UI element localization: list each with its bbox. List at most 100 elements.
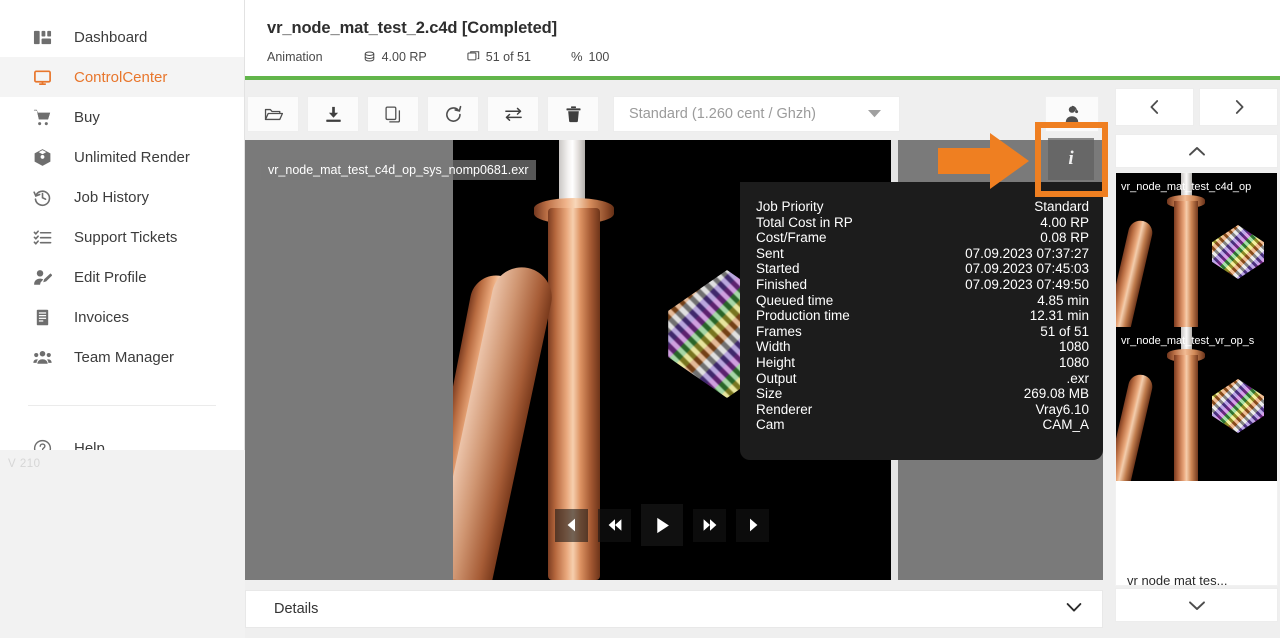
main-content: vr_node_mat_test_2.c4d [Completed] Anima… (245, 0, 1280, 638)
info-row: Started 07.09.2023 07:45:03 (756, 261, 1089, 277)
sidebar-item-label: Support Tickets (74, 228, 178, 246)
sidebar-item-unlimited-render[interactable]: Unlimited Render (0, 137, 244, 177)
sidebar-item-buy[interactable]: Buy (0, 97, 244, 137)
thumbnail-caption: vr node mat tes... (1118, 565, 1277, 585)
sidebar-item-support-tickets[interactable]: Support Tickets (0, 217, 244, 257)
thumbnail-label: vr_node_mat_test_vr_op_s (1121, 335, 1255, 347)
job-info-rows: Job Priority Standard Total Cost in RP 4.0… (756, 199, 1089, 433)
sidebar-item-label: Buy (74, 108, 100, 126)
frames-panel: vr_node_mat_test_c4d_op vr_node_mat_test… (1113, 88, 1280, 638)
delete-button[interactable] (547, 96, 599, 132)
download-button[interactable] (307, 96, 359, 132)
sidebar-item-team-manager[interactable]: Team Manager (0, 337, 244, 377)
forward-button[interactable] (693, 508, 726, 542)
sidebar-item-label: Edit Profile (74, 268, 147, 286)
monitor-icon (32, 67, 52, 87)
app-root: Dashboard ControlCenter Buy Unlimited Re… (0, 0, 1280, 638)
job-type: Animation (267, 49, 323, 64)
sidebar-item-label: Team Manager (74, 348, 175, 366)
info-row: Renderer Vray6.10 (756, 401, 1089, 417)
sidebar-item-label: Invoices (74, 308, 130, 326)
sidebar-item-job-history[interactable]: Job History (0, 177, 244, 217)
sidebar-item-label: Dashboard (74, 28, 148, 46)
frames-icon (467, 50, 480, 63)
copy-button[interactable] (367, 96, 419, 132)
sidebar-item-controlcenter[interactable]: ControlCenter (0, 57, 244, 97)
priority-select-value: Standard (1.260 cent / Ghzh) (629, 106, 816, 122)
sidebar-item-label: Unlimited Render (74, 148, 190, 166)
job-frames: 51 of 51 (467, 50, 531, 64)
coins-icon (363, 50, 376, 63)
info-row: Frames 51 of 51 (756, 323, 1089, 339)
details-label: Details (274, 601, 319, 617)
render-viewer[interactable]: vr_node_mat_test_c4d_op_sys_nomp0681.exr… (245, 140, 1103, 580)
dashboard-icon (32, 27, 52, 47)
info-row: Job Priority Standard (756, 199, 1089, 214)
history-icon (32, 187, 52, 207)
job-header (245, 0, 1280, 80)
user-edit-icon (32, 267, 52, 287)
job-percent: % 100 (570, 49, 610, 64)
percent-icon: % (570, 49, 583, 64)
priority-select[interactable]: Standard (1.260 cent / Ghzh) (613, 96, 900, 132)
step-back-button[interactable] (555, 508, 588, 542)
thumbnail-item[interactable]: vr_node_mat_test_c4d_op (1116, 173, 1277, 327)
scroll-down-button[interactable] (1115, 588, 1278, 622)
thumb-crystal-object (1212, 379, 1264, 433)
info-toggle-button[interactable]: i (1048, 138, 1094, 180)
info-row: Cam CAM_A (756, 417, 1089, 433)
team-icon (32, 347, 52, 367)
thumb-pipe-diagonal (1116, 218, 1155, 327)
chevron-down-icon (1066, 600, 1082, 618)
next-job-button[interactable] (1199, 88, 1278, 126)
sidebar-item-label: ControlCenter (74, 68, 168, 86)
rewind-button[interactable] (598, 508, 631, 542)
page-title: vr_node_mat_test_2.c4d [Completed] (267, 19, 558, 37)
sidebar-item-label: Job History (74, 188, 150, 206)
previous-job-button[interactable] (1115, 88, 1194, 126)
info-row: Output .exr (756, 370, 1089, 386)
sidebar-item-invoices[interactable]: Invoices (0, 297, 244, 337)
sidebar: Dashboard ControlCenter Buy Unlimited Re… (0, 0, 245, 638)
info-row: Width 1080 (756, 339, 1089, 355)
job-meta-row: Animation 4.00 RP 51 of 51 % 100 (267, 49, 609, 64)
playback-controls (555, 504, 787, 546)
thumbnail-list[interactable]: vr_node_mat_test_c4d_op vr_node_mat_test… (1115, 172, 1278, 586)
info-row: Queued time 4.85 min (756, 292, 1089, 308)
thumb-pipe-vertical (1174, 355, 1198, 481)
thumb-crystal-object (1212, 225, 1264, 279)
progress-bar (245, 76, 1280, 80)
chevron-down-icon (868, 105, 881, 123)
info-row: Sent 07.09.2023 07:37:27 (756, 245, 1089, 261)
thumb-pipe-diagonal (1116, 372, 1155, 481)
support-agent-icon[interactable] (1045, 96, 1099, 132)
version-label: V 210 (8, 458, 41, 470)
play-button[interactable] (641, 504, 683, 546)
sidebar-item-dashboard[interactable]: Dashboard (0, 17, 244, 57)
thumb-pipe-vertical (1174, 201, 1198, 327)
invoice-icon (32, 307, 52, 327)
restart-button[interactable] (427, 96, 479, 132)
info-row: Size 269.08 MB (756, 386, 1089, 402)
scroll-up-button[interactable] (1115, 134, 1278, 168)
info-row: Total Cost in RP 4.00 RP (756, 214, 1089, 230)
thumbnail-item[interactable]: vr_node_mat_test_vr_op_s (1116, 327, 1277, 481)
sidebar-bottom-fill (0, 450, 245, 638)
job-cost: 4.00 RP (363, 50, 427, 64)
box-icon (32, 147, 52, 167)
info-row: Finished 07.09.2023 07:49:50 (756, 276, 1089, 292)
sidebar-divider (28, 405, 216, 406)
info-row: Cost/Frame 0.08 RP (756, 230, 1089, 246)
info-row: Height 1080 (756, 354, 1089, 370)
step-forward-button[interactable] (736, 508, 769, 542)
open-folder-button[interactable] (247, 96, 299, 132)
thumbnail-label: vr_node_mat_test_c4d_op (1121, 181, 1252, 193)
cart-icon (32, 107, 52, 127)
current-frame-filename: vr_node_mat_test_c4d_op_sys_nomp0681.exr (261, 160, 536, 180)
transfer-button[interactable] (487, 96, 539, 132)
job-info-overlay: Job Priority Standard Total Cost in RP 4.0… (740, 182, 1103, 460)
render-pipe-stem (559, 140, 585, 202)
sidebar-item-edit-profile[interactable]: Edit Profile (0, 257, 244, 297)
list-icon (32, 227, 52, 247)
details-expander[interactable]: Details (245, 590, 1103, 628)
